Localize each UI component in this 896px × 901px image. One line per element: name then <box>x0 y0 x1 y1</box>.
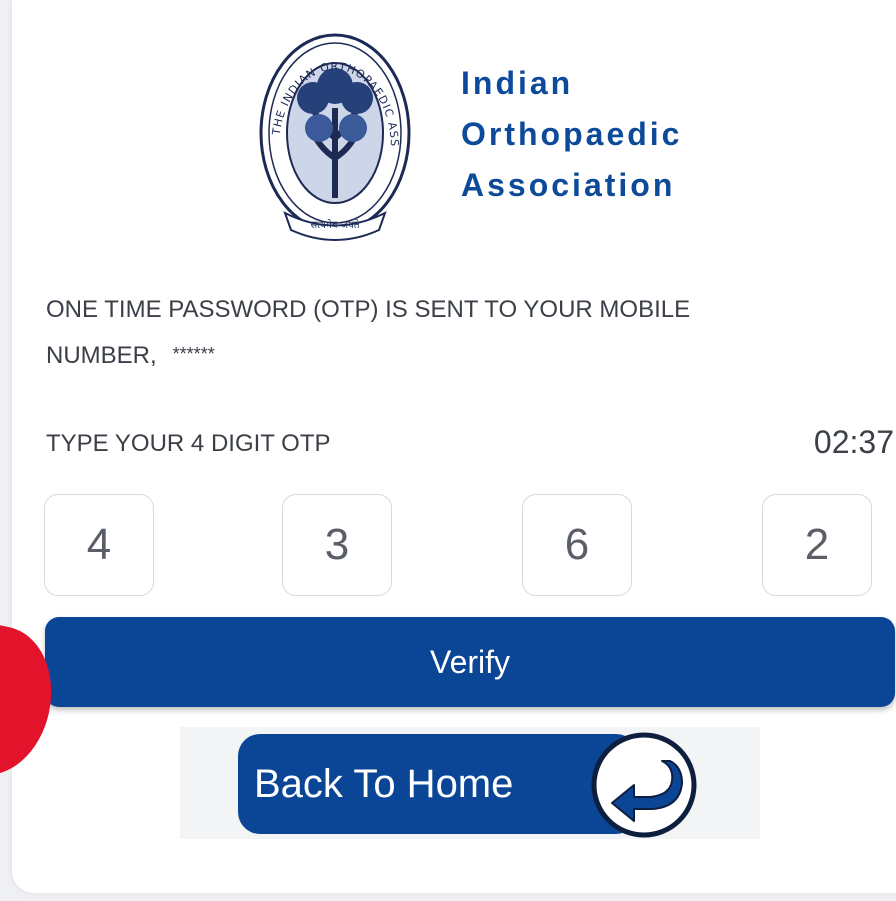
org-name-line3: Association <box>461 167 676 203</box>
org-header: THE INDIAN ORTHOPAEDIC ASSOCIATION सत्यम… <box>257 18 737 241</box>
org-name-line2: Orthopaedic <box>461 116 683 152</box>
back-to-home-label: Back To Home <box>254 761 514 806</box>
otp-timer: 02:37 <box>813 424 894 460</box>
back-to-home-button[interactable]: Back To Home <box>238 734 638 834</box>
org-name-line1: Indian <box>461 65 574 101</box>
verify-button[interactable]: Verify <box>45 617 895 707</box>
otp-digit-1[interactable]: 4 <box>44 494 154 596</box>
org-seal-logo: THE INDIAN ORTHOPAEDIC ASSOCIATION सत्यम… <box>257 28 411 241</box>
return-arrow-icon[interactable] <box>590 731 698 839</box>
otp-digit-3[interactable]: 6 <box>522 494 632 596</box>
otp-input-label: TYPE YOUR 4 DIGIT OTP <box>46 430 331 457</box>
org-name: Indian Orthopaedic Association <box>461 58 682 211</box>
otp-message-line2: NUMBER, <box>46 342 157 369</box>
otp-sent-message: ONE TIME PASSWORD (OTP) IS SENT TO YOUR … <box>46 288 866 378</box>
otp-digit-2[interactable]: 3 <box>282 494 392 596</box>
seal-motto: सत्यमेव जयते <box>310 219 359 231</box>
otp-message-line1: ONE TIME PASSWORD (OTP) IS SENT TO YOUR … <box>46 296 691 323</box>
masked-number: ****** <box>172 344 215 364</box>
otp-digit-4[interactable]: 2 <box>762 494 872 596</box>
back-to-home-area: Back To Home <box>180 727 760 839</box>
otp-card: THE INDIAN ORTHOPAEDIC ASSOCIATION सत्यम… <box>12 0 896 893</box>
